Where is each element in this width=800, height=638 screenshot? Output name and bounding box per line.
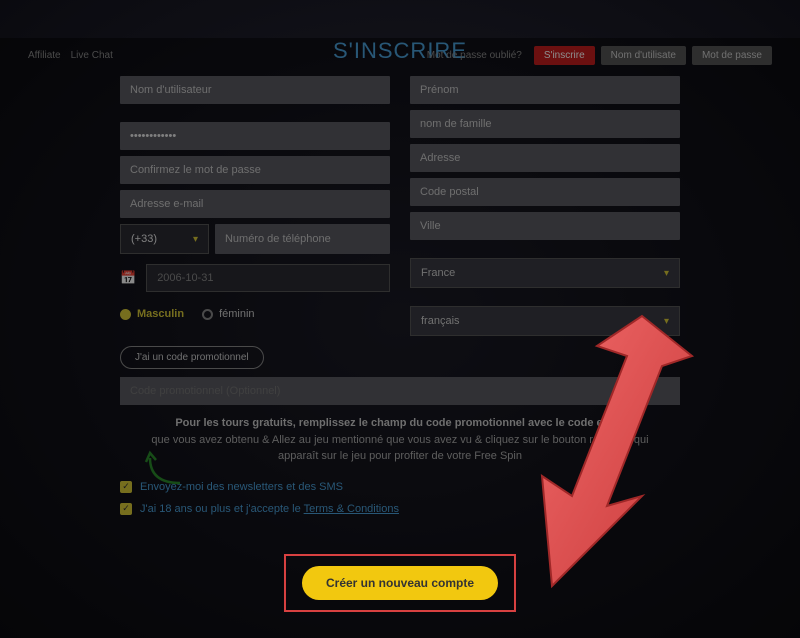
submit-highlight-box: Créer un nouveau compte [284, 554, 516, 612]
dial-code-select[interactable]: (+33) ▾ [120, 224, 209, 254]
username-top-button[interactable]: Nom d'utilisate [601, 46, 686, 65]
create-account-button[interactable]: Créer un nouveau compte [302, 566, 498, 600]
language-select[interactable]: français ▾ [410, 306, 680, 336]
firstname-input[interactable] [410, 76, 680, 104]
gender-male-label: Masculin [137, 308, 184, 320]
promo-code-input[interactable] [120, 377, 680, 405]
city-input[interactable] [410, 212, 680, 240]
chevron-down-icon: ▾ [193, 234, 198, 245]
calendar-icon: 📅 [120, 270, 136, 286]
livechat-link[interactable]: Live Chat [71, 50, 113, 61]
username-input[interactable] [120, 76, 390, 104]
country-select[interactable]: France ▾ [410, 258, 680, 288]
chevron-down-icon: ▾ [664, 316, 669, 327]
promo-instructions-text: Pour les tours gratuits, remplissez le c… [120, 415, 680, 465]
password-input[interactable] [120, 122, 390, 150]
signup-button[interactable]: S'inscrire [534, 46, 595, 65]
gender-male-radio[interactable]: Masculin [120, 308, 184, 320]
email-input[interactable] [120, 190, 390, 218]
postal-input[interactable] [410, 178, 680, 206]
address-input[interactable] [410, 144, 680, 172]
phone-input[interactable] [215, 224, 390, 254]
password-top-button[interactable]: Mot de passe [692, 46, 772, 65]
forgot-password-link[interactable]: Mot de passe oublié? [427, 50, 522, 61]
radio-icon [202, 309, 213, 320]
language-value: français [421, 315, 460, 327]
gender-female-label: féminin [219, 308, 254, 320]
country-value: France [421, 267, 455, 279]
confirm-password-input[interactable] [120, 156, 390, 184]
age-label: J'ai 18 ans ou plus et j'accepte le Term… [140, 503, 399, 515]
affiliate-link[interactable]: Affiliate [28, 50, 61, 61]
curved-arrow-icon [140, 448, 190, 488]
radio-icon [120, 309, 131, 320]
birthdate-input[interactable] [146, 264, 390, 292]
terms-link[interactable]: Terms & Conditions [304, 503, 399, 515]
newsletter-checkbox[interactable]: ✓ [120, 481, 132, 493]
age-checkbox[interactable]: ✓ [120, 503, 132, 515]
promo-toggle-button[interactable]: J'ai un code promotionnel [120, 346, 264, 369]
dial-code-value: (+33) [131, 233, 157, 245]
lastname-input[interactable] [410, 110, 680, 138]
gender-female-radio[interactable]: féminin [202, 308, 254, 320]
chevron-down-icon: ▾ [664, 268, 669, 279]
